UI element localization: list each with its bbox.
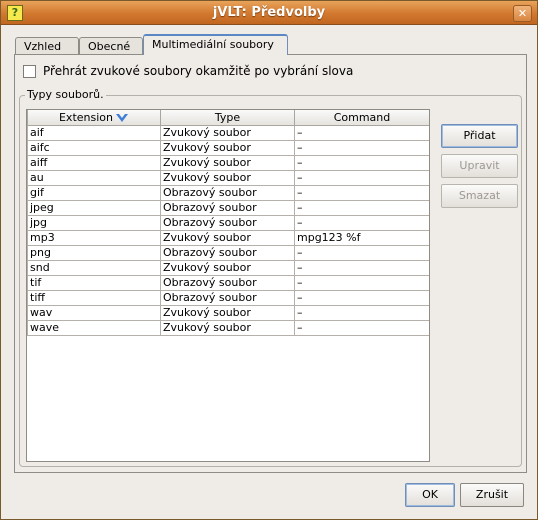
- cell-extension: tif: [27, 274, 161, 291]
- tab-multimedia[interactable]: Multimediální soubory: [143, 34, 288, 55]
- table-row[interactable]: mp3 Zvukový soubor mpg123 %f: [27, 229, 429, 246]
- cell-command: –: [294, 319, 429, 336]
- cell-command: –: [294, 199, 429, 216]
- cell-type: Zvukový soubor: [160, 139, 295, 156]
- table-row[interactable]: snd Zvukový soubor –: [27, 259, 429, 276]
- cell-extension: jpg: [27, 214, 161, 231]
- delete-button[interactable]: Smazat: [441, 184, 518, 208]
- cell-command: –: [294, 304, 429, 321]
- cell-type: Zvukový soubor: [160, 229, 295, 246]
- ok-button[interactable]: OK: [405, 483, 455, 507]
- cell-command: –: [294, 124, 429, 141]
- titlebar[interactable]: ? jVLT: Předvolby ✕: [1, 1, 537, 25]
- cell-type: Zvukový soubor: [160, 154, 295, 171]
- cell-extension: snd: [27, 259, 161, 276]
- close-icon[interactable]: ✕: [513, 5, 532, 22]
- edit-button[interactable]: Upravit: [441, 154, 518, 178]
- cell-extension: mp3: [27, 229, 161, 246]
- table-row[interactable]: aiff Zvukový soubor –: [27, 154, 429, 171]
- cell-type: Zvukový soubor: [160, 169, 295, 186]
- cell-extension: png: [27, 244, 161, 261]
- table-row[interactable]: jpg Obrazový soubor –: [27, 214, 429, 231]
- cell-command: –: [294, 169, 429, 186]
- autoplay-checkbox-label[interactable]: Přehrát zvukové soubory okamžitě po vybr…: [43, 64, 353, 78]
- preferences-dialog: ? jVLT: Předvolby ✕ Vzhled Obecné Multim…: [0, 0, 538, 520]
- cell-extension: jpeg: [27, 199, 161, 216]
- table-row[interactable]: wav Zvukový soubor –: [27, 304, 429, 321]
- column-header-type[interactable]: Type: [160, 110, 295, 126]
- cell-type: Obrazový soubor: [160, 274, 295, 291]
- cell-type: Obrazový soubor: [160, 244, 295, 261]
- file-types-group: Typy souborů. Extension Type Command aif…: [19, 88, 522, 467]
- cell-extension: tiff: [27, 289, 161, 306]
- file-types-table[interactable]: Extension Type Command aif Zvukový soubor…: [26, 109, 430, 462]
- cell-command: –: [294, 184, 429, 201]
- cell-type: Zvukový soubor: [160, 259, 295, 276]
- cell-type: Obrazový soubor: [160, 184, 295, 201]
- cell-command: –: [294, 154, 429, 171]
- tab-vzhled[interactable]: Vzhled: [15, 37, 79, 55]
- table-row[interactable]: aif Zvukový soubor –: [27, 124, 429, 141]
- cell-command: –: [294, 244, 429, 261]
- file-types-group-title: Typy souborů.: [25, 88, 106, 101]
- cell-extension: aiff: [27, 154, 161, 171]
- cell-command: –: [294, 259, 429, 276]
- table-row[interactable]: tiff Obrazový soubor –: [27, 289, 429, 306]
- table-row[interactable]: png Obrazový soubor –: [27, 244, 429, 261]
- cell-extension: wav: [27, 304, 161, 321]
- table-row[interactable]: au Zvukový soubor –: [27, 169, 429, 186]
- cell-extension: gif: [27, 184, 161, 201]
- add-button[interactable]: Přidat: [441, 124, 518, 148]
- cell-extension: au: [27, 169, 161, 186]
- cell-type: Obrazový soubor: [160, 214, 295, 231]
- sort-descending-icon: [116, 113, 128, 122]
- window-title: jVLT: Předvolby: [212, 5, 326, 20]
- cell-command: mpg123 %f: [294, 229, 429, 246]
- table-row[interactable]: wave Zvukový soubor –: [27, 319, 429, 336]
- cell-command: –: [294, 274, 429, 291]
- cell-command: –: [294, 139, 429, 156]
- tab-panel-multimedia: Přehrát zvukové soubory okamžitě po vybr…: [14, 54, 527, 473]
- column-header-command[interactable]: Command: [294, 110, 429, 126]
- cell-type: Zvukový soubor: [160, 319, 295, 336]
- table-header-row: Extension Type Command: [27, 110, 429, 126]
- autoplay-checkbox[interactable]: [23, 65, 36, 78]
- table-row[interactable]: aifc Zvukový soubor –: [27, 139, 429, 156]
- cell-type: Obrazový soubor: [160, 199, 295, 216]
- cell-type: Zvukový soubor: [160, 124, 295, 141]
- table-row[interactable]: gif Obrazový soubor –: [27, 184, 429, 201]
- cell-type: Obrazový soubor: [160, 289, 295, 306]
- column-header-extension[interactable]: Extension: [27, 110, 161, 126]
- tab-obecne[interactable]: Obecné: [79, 37, 143, 55]
- cell-type: Zvukový soubor: [160, 304, 295, 321]
- table-row[interactable]: tif Obrazový soubor –: [27, 274, 429, 291]
- cell-extension: wave: [27, 319, 161, 336]
- cell-command: –: [294, 214, 429, 231]
- cell-command: –: [294, 289, 429, 306]
- cell-extension: aif: [27, 124, 161, 141]
- cell-extension: aifc: [27, 139, 161, 156]
- cancel-button[interactable]: Zrušit: [460, 483, 524, 507]
- table-row[interactable]: jpeg Obrazový soubor –: [27, 199, 429, 216]
